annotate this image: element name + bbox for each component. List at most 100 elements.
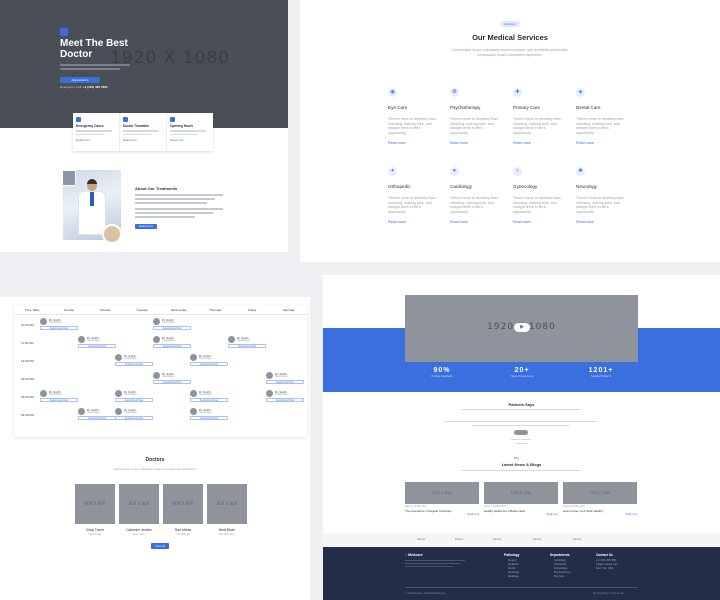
appointment-now-button[interactable]: Appointment Now — [153, 344, 191, 348]
doctor-photo[interactable]: 600 X 800 — [163, 484, 203, 524]
service-read-more-link[interactable]: Read more — [450, 220, 510, 224]
footer: ● Medcare Pathology Surgery Pediatrics D… — [323, 547, 720, 600]
schedule-time: 11:00 AM — [21, 341, 34, 345]
appointment-now-button[interactable]: Appointment Now — [40, 326, 78, 330]
blog-subtitle-line — [461, 470, 581, 472]
doctor-photo[interactable]: 600 X 800 — [119, 484, 159, 524]
appointment-slot: Dr. Smith Cardiologist Appointment Now — [228, 336, 266, 348]
appointment-button[interactable]: Appointment — [60, 77, 100, 83]
video-placeholder[interactable]: 1920 X 1080 ▶ — [405, 295, 638, 362]
footer-link[interactable]: Orthopedic — [554, 563, 566, 566]
nerve-icon: ✺ — [576, 167, 585, 176]
logo-icon: ● — [405, 553, 408, 557]
appointment-now-button[interactable]: Appointment Now — [78, 416, 116, 420]
appointment-now-button[interactable]: Appointment Now — [78, 344, 116, 348]
partner-logo[interactable]: Partner — [573, 538, 582, 541]
service-card: ◉ Eye Care There's more to dentistry tha… — [388, 88, 448, 145]
copyright: © 2024 Medcare. All Rights Reserved. — [405, 592, 446, 595]
blog-meta: Admin | 12 May 2024 — [405, 506, 427, 508]
service-read-more-link[interactable]: Read more — [450, 141, 510, 145]
service-read-more-link[interactable]: Read more — [388, 220, 448, 224]
play-icon[interactable]: ▶ — [514, 323, 530, 332]
about-text — [135, 198, 215, 200]
appointment-now-button[interactable]: Appointment Now — [115, 398, 153, 402]
footer-divider — [405, 587, 638, 588]
blog-card[interactable]: 1920 X 1080 Admin | 18 May 2024 Healthy … — [484, 482, 558, 516]
service-read-more-link[interactable]: Read more — [513, 220, 573, 224]
about-text — [135, 212, 213, 214]
doctor-photo[interactable]: 600 X 800 — [75, 484, 115, 524]
view-all-doctors-button[interactable]: View All — [151, 543, 169, 549]
schedule-col-header: Saturday — [282, 308, 295, 312]
service-desc: There's more to dentistry than checking,… — [576, 196, 624, 214]
avatar — [153, 372, 160, 379]
appointment-slot: Dr. Smith Cardiologist Appointment Now — [266, 390, 304, 402]
footer-link[interactable]: Cardiology — [554, 559, 566, 562]
partner-logo[interactable]: Partner — [455, 538, 464, 541]
service-read-more-link[interactable]: Read more — [576, 141, 636, 145]
footer-logo[interactable]: ● Medcare — [405, 553, 423, 557]
doctor-photo[interactable]: 600 X 800 — [207, 484, 247, 524]
heart-icon — [76, 117, 81, 122]
partner-logo[interactable]: Partner — [493, 538, 502, 541]
doctors-subtitle: Doloremque ut quo voluptatem quasi volup… — [113, 467, 197, 471]
appt-role: Cardiologist — [124, 357, 137, 360]
appointment-now-button[interactable]: Appointment Now — [115, 362, 153, 366]
stat-value: 90% — [433, 367, 451, 374]
appointment-now-button[interactable]: Appointment Now — [190, 398, 228, 402]
appt-role: Cardiologist — [199, 393, 212, 396]
schedule-time: 02:00 PM — [21, 395, 34, 399]
info-card-link[interactable]: Read more — [76, 138, 116, 142]
service-read-more-link[interactable]: Read more — [513, 141, 573, 145]
footer-link[interactable]: Psychotherapy — [554, 571, 571, 574]
footer-link[interactable]: Radiology — [508, 575, 519, 578]
testimonial-text-line — [473, 425, 569, 427]
footer-link[interactable]: Pediatrics — [508, 563, 519, 566]
service-name: Psychotherapy — [450, 105, 481, 110]
partner-logo[interactable]: Partner — [417, 538, 426, 541]
appointment-now-button[interactable]: Appointment Now — [228, 344, 266, 348]
appointment-now-button[interactable]: Appointment Now — [266, 380, 304, 384]
blog-card[interactable]: 1920 X 1080 Admin | 12 May 2024 The Impo… — [405, 482, 479, 516]
about-read-more-button[interactable]: Read more — [135, 224, 157, 229]
service-desc: There's more to dentistry than checking,… — [450, 196, 498, 214]
hero-title: Meet The Best Doctor — [60, 38, 128, 60]
info-card-link[interactable]: Read more — [123, 138, 163, 142]
partner-logo[interactable]: Partner — [533, 538, 542, 541]
stethoscope-icon: ✚ — [513, 88, 522, 97]
appointment-slot: Dr. Smith Cardiologist Appointment Now — [266, 372, 304, 384]
blog-read-more-link[interactable]: Read more — [405, 514, 479, 516]
doctor-role: Dental Care — [219, 532, 235, 536]
appt-role: Cardiologist — [275, 375, 288, 378]
appointment-now-button[interactable]: Appointment Now — [190, 362, 228, 366]
footer-about-line — [405, 560, 465, 561]
footer-link[interactable]: Eye Care — [554, 575, 564, 578]
info-card-link[interactable]: Read more — [170, 138, 210, 142]
appointment-now-button[interactable]: Appointment Now — [153, 326, 191, 330]
footer-link[interactable]: Gynecology — [554, 567, 567, 570]
stat-value: 20+ — [514, 367, 530, 374]
blog-read-more-link[interactable]: Read more — [484, 514, 558, 516]
avatar — [190, 408, 197, 415]
service-read-more-link[interactable]: Read more — [388, 141, 448, 145]
stat-item: 90% Positive Feedback — [417, 367, 467, 378]
doctor-role: Eye Care — [133, 532, 145, 536]
appointment-now-button[interactable]: Appointment Now — [190, 416, 228, 420]
appointment-now-button[interactable]: Appointment Now — [115, 416, 153, 420]
blog-image: 1920 X 1080 — [405, 482, 479, 504]
appointment-now-button[interactable]: Appointment Now — [40, 398, 78, 402]
footer-col-title: Pathology — [504, 553, 520, 557]
appointment-now-button[interactable]: Appointment Now — [266, 398, 304, 402]
appointment-now-button[interactable]: Appointment Now — [153, 380, 191, 384]
appt-role: Cardiologist — [162, 375, 175, 378]
service-read-more-link[interactable]: Read more — [576, 220, 636, 224]
footer-link[interactable]: Surgery — [508, 559, 517, 562]
service-name: Cardiology — [450, 184, 472, 189]
blog-title: Latest News & Blogs — [501, 462, 542, 467]
footer-legal-links[interactable]: Privacy Policy | Terms of Use — [593, 592, 624, 595]
footer-link[interactable]: Dental — [508, 567, 515, 570]
blog-read-more-link[interactable]: Read more — [563, 514, 637, 516]
blog-card[interactable]: 1920 X 1080 Admin | 24 May 2024 How to K… — [563, 482, 637, 516]
footer-link[interactable]: Neurology — [508, 571, 519, 574]
doctor-role: Neurology — [88, 532, 102, 536]
